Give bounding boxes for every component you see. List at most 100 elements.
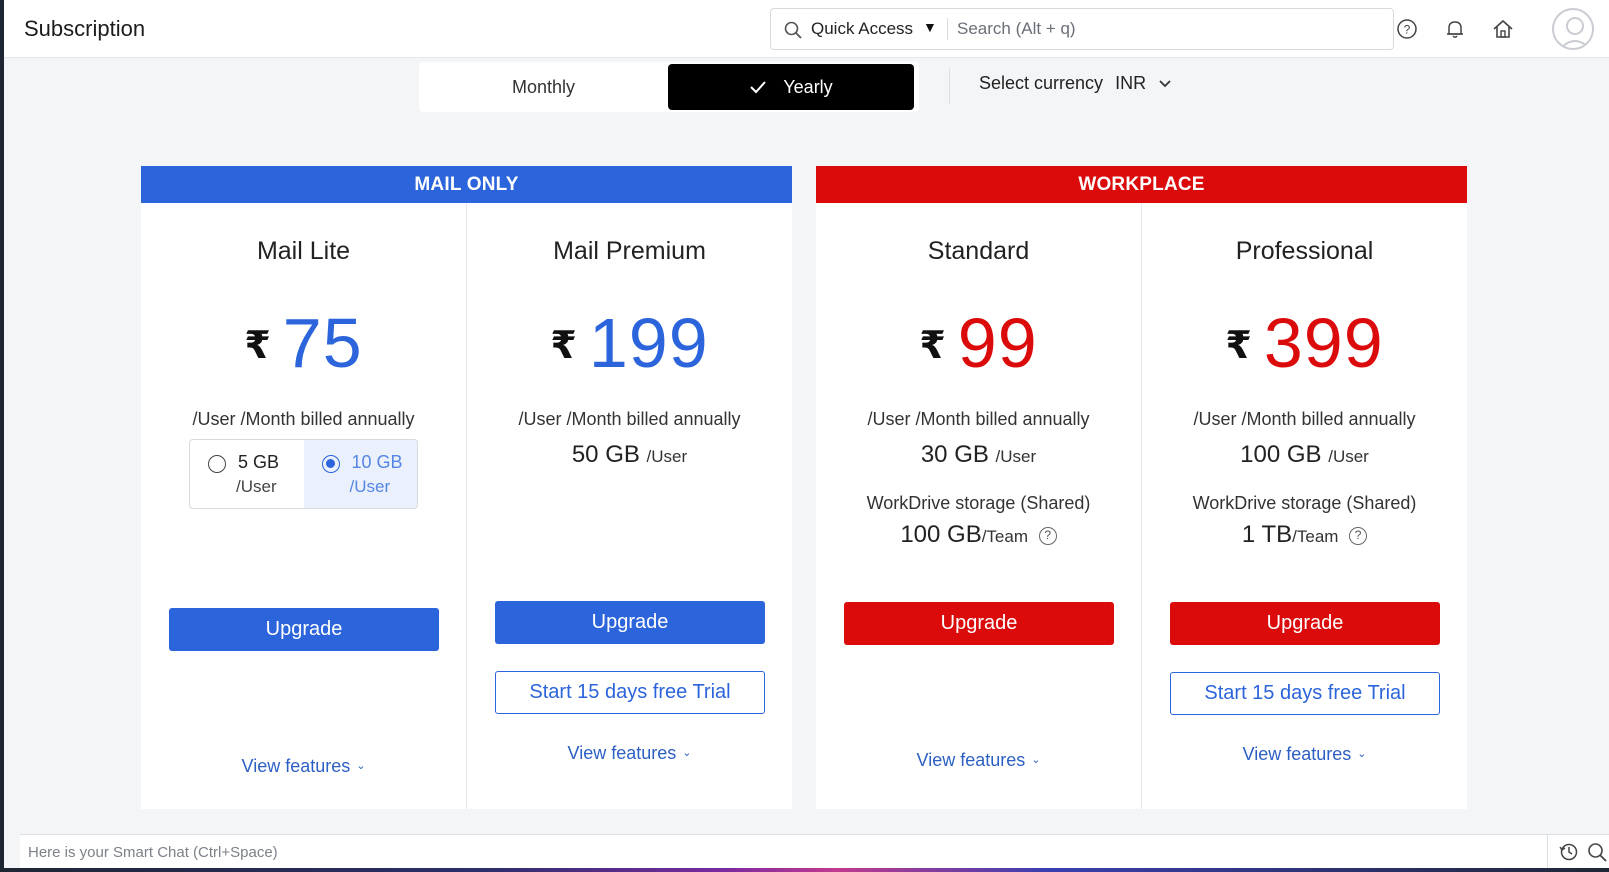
plan-card-standard: Standard ₹ 99 /User /Month billed annual… — [816, 203, 1141, 809]
chevron-down-icon: ⌄ — [1031, 754, 1041, 766]
help-icon[interactable]: ? — [1038, 527, 1057, 545]
plan-name: Mail Lite — [256, 237, 351, 265]
divider — [949, 68, 950, 104]
chevron-down-icon: ⌄ — [682, 747, 692, 759]
billing-note: /User /Month billed annually — [867, 409, 1090, 429]
view-features-link[interactable]: View features ⌄ — [816, 750, 1141, 771]
free-trial-button[interactable]: Start 15 days free Trial — [1170, 672, 1440, 715]
upgrade-button[interactable]: Upgrade — [844, 602, 1114, 645]
storage-value: 100 GB — [1240, 441, 1322, 468]
storage-unit: /User — [995, 447, 1037, 466]
storage-option-selector: 5 GB /User 10 GB /User — [189, 439, 418, 509]
billing-note: /User /Month billed annually — [518, 409, 741, 429]
storage-option-10gb[interactable]: 10 GB /User — [303, 440, 417, 508]
plan-card-mail-lite: Mail Lite ₹ 75 /User /Month billed annua… — [141, 203, 466, 809]
workdrive-unit: /Team — [981, 527, 1028, 546]
rupee-symbol: ₹ — [1225, 324, 1252, 367]
storage-value: 30 GB — [920, 441, 989, 468]
view-features-link[interactable]: View features ⌄ — [141, 756, 466, 777]
workdrive-label: WorkDrive storage (Shared) — [1192, 493, 1417, 513]
upgrade-button[interactable]: Upgrade — [495, 601, 765, 644]
bell-icon[interactable] — [1442, 16, 1468, 42]
plan-price: ₹ 399 — [1142, 303, 1467, 383]
smart-chat-bar — [20, 834, 1609, 869]
workplace-banner: WORKPLACE — [816, 166, 1467, 203]
caret-down-icon[interactable]: ▼ — [923, 19, 937, 35]
rupee-symbol: ₹ — [919, 324, 946, 367]
help-icon[interactable]: ? — [1349, 527, 1368, 545]
plan-price: ₹ 75 — [141, 303, 466, 383]
chevron-down-icon: ⌄ — [1357, 748, 1367, 760]
plan-price: ₹ 99 — [816, 303, 1141, 383]
monthly-option[interactable]: Monthly — [419, 62, 668, 112]
page-title: Subscription — [24, 16, 146, 41]
view-features-link[interactable]: View features ⌄ — [467, 743, 792, 764]
smart-chat-input[interactable] — [28, 839, 1428, 865]
billing-note: /User /Month billed annually — [1193, 409, 1416, 429]
top-header: Subscription Quick Access ▼ ? — [4, 0, 1609, 58]
search-input[interactable] — [957, 15, 1377, 43]
plan-card-professional: Professional ₹ 399 /User /Month billed a… — [1142, 203, 1467, 809]
radio-button-selected[interactable] — [321, 455, 340, 473]
workdrive-storage: 1 TB/Team ? — [1142, 521, 1467, 549]
currency-selector[interactable]: Select currency INR — [979, 73, 1172, 94]
chevron-down-icon: ⌄ — [356, 760, 366, 772]
storage-unit: /User — [646, 447, 688, 466]
check-icon — [750, 81, 767, 94]
plan-name: Professional — [1235, 237, 1374, 265]
plan-name: Mail Premium — [553, 237, 706, 265]
view-features-link[interactable]: View features ⌄ — [1142, 744, 1467, 765]
storage-value: 50 GB — [571, 441, 640, 468]
mail-storage: 50 GB /User — [467, 441, 792, 469]
chevron-down-icon — [1159, 79, 1171, 87]
search-icon — [784, 21, 802, 39]
currency-value: INR — [1115, 73, 1147, 93]
taskbar-strip — [0, 868, 1609, 872]
mail-only-plans: MAIL ONLY Mail Lite ₹ 75 /User /Month bi… — [141, 166, 792, 809]
workdrive-value: 1 TB — [1241, 521, 1293, 548]
view-features-label: View features — [916, 750, 1026, 770]
mail-storage: 30 GB /User — [816, 441, 1141, 469]
quick-access-dropdown[interactable]: Quick Access — [811, 19, 913, 39]
view-features-label: View features — [1242, 744, 1352, 764]
plan-name: Standard — [927, 237, 1030, 265]
mail-storage: 100 GB /User — [1142, 441, 1467, 469]
svg-text:?: ? — [1404, 23, 1411, 37]
home-icon[interactable] — [1490, 16, 1516, 42]
chat-history-icon[interactable] — [1558, 841, 1580, 863]
workdrive-unit: /Team — [1292, 527, 1339, 546]
global-search-bar[interactable]: Quick Access ▼ — [770, 8, 1394, 50]
price-amount: 399 — [1263, 304, 1384, 382]
upgrade-button[interactable]: Upgrade — [1170, 602, 1440, 645]
price-amount: 99 — [957, 304, 1038, 382]
price-amount: 199 — [588, 304, 709, 382]
rupee-symbol: ₹ — [244, 324, 271, 367]
storage-unit: /User — [1328, 447, 1369, 466]
storage-option-5gb[interactable]: 5 GB /User — [190, 440, 304, 508]
workdrive-value: 100 GB — [900, 521, 982, 548]
radio-button[interactable] — [208, 455, 226, 473]
plan-price: ₹ 199 — [467, 303, 792, 383]
help-icon[interactable]: ? — [1394, 16, 1420, 42]
free-trial-button[interactable]: Start 15 days free Trial — [495, 671, 765, 714]
storage-unit: /User — [236, 477, 277, 496]
app-window: Subscription Quick Access ▼ ? — [4, 0, 1609, 869]
storage-size: 5 GB — [238, 452, 280, 472]
mail-only-banner: MAIL ONLY — [141, 166, 792, 203]
yearly-option[interactable]: Yearly — [668, 64, 914, 110]
workplace-plans: WORKPLACE Standard ₹ 99 /User /Month bil… — [816, 166, 1467, 809]
user-silhouette-icon — [1559, 17, 1591, 48]
workdrive-label: WorkDrive storage (Shared) — [866, 493, 1091, 513]
storage-unit: /User — [349, 477, 391, 496]
user-avatar[interactable] — [1552, 8, 1594, 50]
upgrade-button[interactable]: Upgrade — [169, 608, 439, 651]
currency-label: Select currency — [979, 73, 1104, 93]
search-icon[interactable] — [1586, 841, 1608, 863]
divider — [1547, 835, 1548, 869]
divider — [947, 18, 948, 40]
workdrive-storage: 100 GB/Team ? — [816, 521, 1141, 549]
yearly-label: Yearly — [783, 76, 833, 97]
plan-card-mail-premium: Mail Premium ₹ 199 /User /Month billed a… — [467, 203, 792, 809]
view-features-label: View features — [567, 743, 677, 763]
view-features-label: View features — [241, 756, 351, 776]
